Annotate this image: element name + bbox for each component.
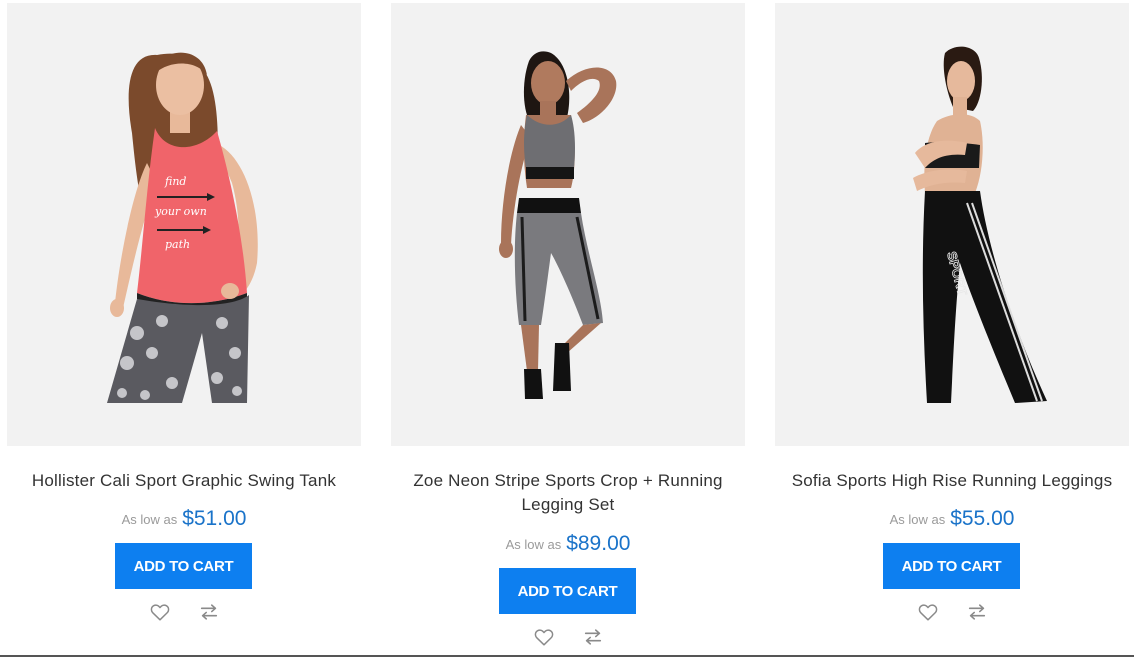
product-card: Zoe Neon Stripe Sports Crop + Running Le… bbox=[391, 3, 745, 653]
heart-icon[interactable] bbox=[149, 601, 171, 623]
add-to-cart-button[interactable]: ADD TO CART bbox=[115, 543, 252, 589]
product-grid: find your own path Hollister Cali Sport … bbox=[0, 0, 1134, 657]
product-name[interactable]: Hollister Cali Sport Graphic Swing Tank bbox=[0, 469, 371, 493]
price-label: As low as bbox=[505, 536, 562, 552]
svg-text:find: find bbox=[164, 175, 186, 188]
add-to-cart-button[interactable]: ADD TO CART bbox=[499, 568, 636, 614]
price-row: As low as $89.00 bbox=[391, 532, 745, 556]
svg-text:your own: your own bbox=[154, 205, 207, 218]
product-name[interactable]: Zoe Neon Stripe Sports Crop + Running Le… bbox=[381, 469, 755, 517]
price-row: As low as $51.00 bbox=[7, 507, 361, 531]
compare-icon[interactable] bbox=[966, 601, 988, 623]
product-image[interactable]: SPORT bbox=[775, 3, 1129, 446]
price-value: $89.00 bbox=[566, 532, 631, 555]
svg-text:path: path bbox=[165, 238, 190, 251]
product-image[interactable] bbox=[391, 3, 745, 446]
compare-icon[interactable] bbox=[582, 626, 604, 648]
compare-icon[interactable] bbox=[198, 601, 220, 623]
product-actions bbox=[391, 626, 745, 648]
product-actions bbox=[775, 601, 1129, 623]
price-label: As low as bbox=[889, 511, 946, 527]
heart-icon[interactable] bbox=[917, 601, 939, 623]
product-card: SPORT Sofia Sports High Rise Running Leg… bbox=[775, 3, 1129, 653]
add-to-cart-button[interactable]: ADD TO CART bbox=[883, 543, 1020, 589]
price-label: As low as bbox=[121, 511, 178, 527]
price-value: $55.00 bbox=[950, 507, 1015, 530]
price-value: $51.00 bbox=[182, 507, 247, 530]
heart-icon[interactable] bbox=[533, 626, 555, 648]
product-actions bbox=[7, 601, 361, 623]
product-card: find your own path Hollister Cali Sport … bbox=[7, 3, 361, 653]
product-image[interactable]: find your own path bbox=[7, 3, 361, 446]
price-row: As low as $55.00 bbox=[775, 507, 1129, 531]
product-name[interactable]: Sofia Sports High Rise Running Leggings bbox=[765, 469, 1134, 493]
